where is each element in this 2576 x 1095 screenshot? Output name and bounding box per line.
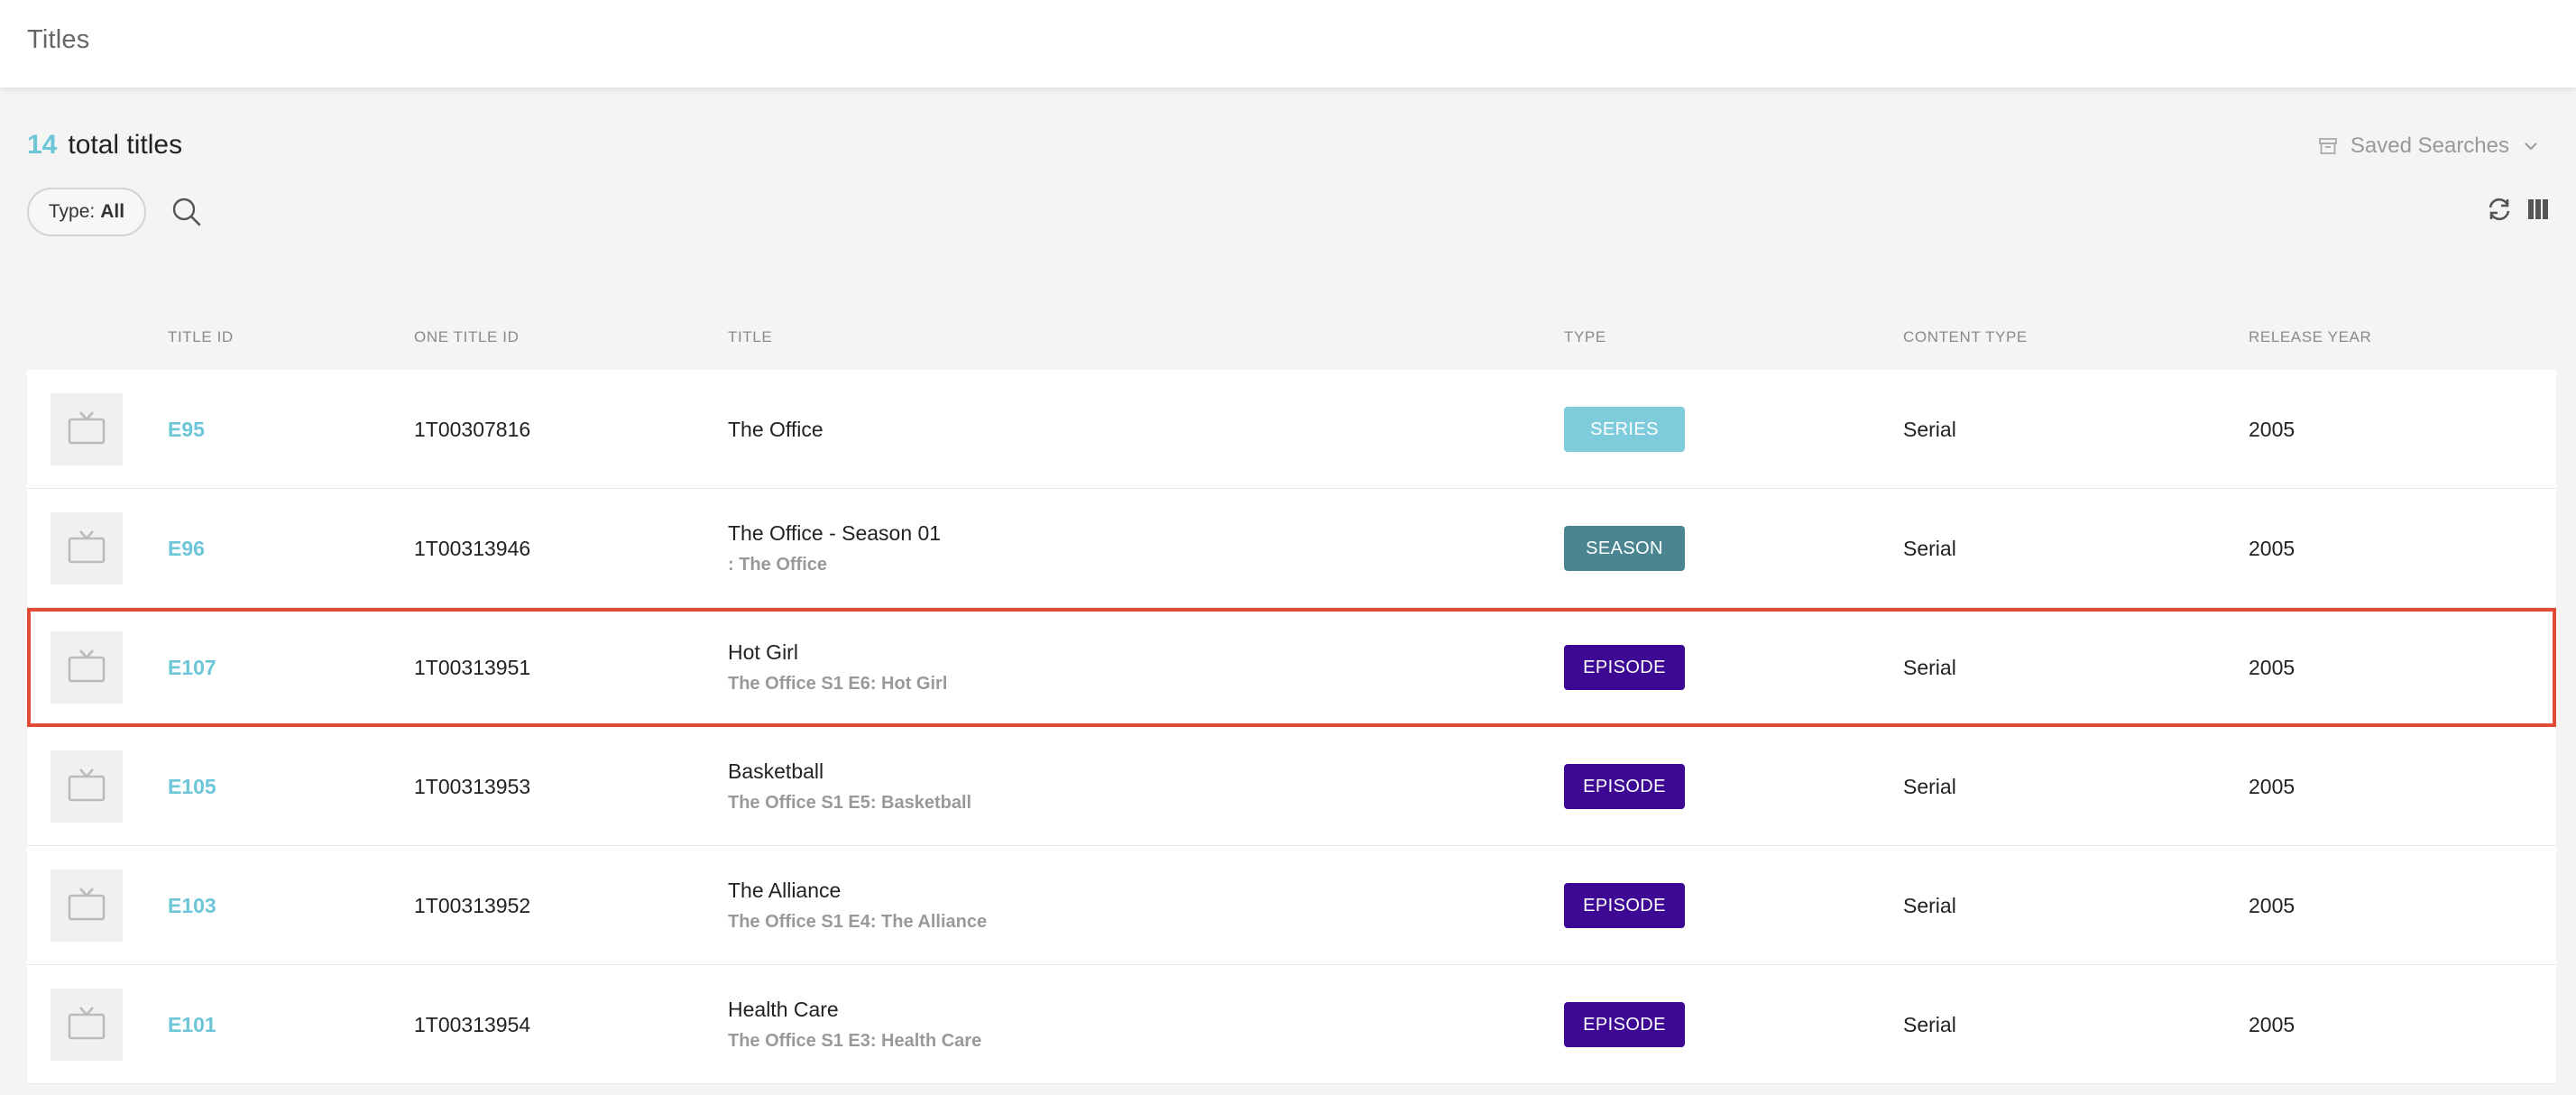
tv-icon [67, 1005, 106, 1045]
release-year: 2005 [2249, 536, 2295, 560]
column-header-one-title-id[interactable]: ONE TITLE ID [414, 328, 519, 346]
content-type: Serial [1903, 893, 1956, 917]
title-subtitle: The Office S1 E3: Health Care [728, 1031, 982, 1051]
table-header: TITLE ID ONE TITLE ID TITLE TYPE CONTENT… [27, 328, 2556, 364]
title-id-link[interactable]: E103 [168, 894, 216, 918]
tv-icon [67, 648, 106, 688]
thumbnail [51, 750, 123, 823]
column-header-title[interactable]: TITLE [728, 328, 772, 346]
type-badge: EPISODE [1564, 1002, 1685, 1047]
release-year: 2005 [2249, 655, 2295, 679]
total-titles-summary: 14 total titles [27, 130, 182, 161]
one-title-id: 1T00307816 [414, 417, 531, 441]
thumbnail [51, 393, 123, 465]
refresh-icon [2486, 198, 2513, 225]
content-type: Serial [1903, 1012, 1956, 1036]
release-year: 2005 [2249, 893, 2295, 917]
total-titles-count: 14 [27, 130, 58, 160]
one-title-id: 1T00313951 [414, 655, 531, 679]
content-type: Serial [1903, 655, 1956, 679]
title-name: The Alliance [728, 879, 842, 902]
table-row[interactable]: E95 1T00307816 The Office SERIES Serial … [27, 370, 2556, 489]
table-row-selected[interactable]: E107 1T00313951 Hot Girl The Office S1 E6… [27, 608, 2556, 727]
thumbnail [51, 512, 123, 584]
column-header-type[interactable]: TYPE [1564, 328, 1606, 346]
chevron-down-icon [2522, 137, 2540, 155]
column-header-content-type[interactable]: CONTENT TYPE [1903, 328, 2028, 346]
tv-icon [67, 529, 106, 569]
one-title-id: 1T00313954 [414, 1012, 531, 1036]
table-row[interactable]: E103 1T00313952 The Alliance The Office S… [27, 846, 2556, 965]
column-header-release-year[interactable]: RELEASE YEAR [2249, 328, 2371, 346]
tv-icon [67, 409, 106, 450]
page-title: Titles [27, 25, 90, 54]
release-year: 2005 [2249, 417, 2295, 441]
type-badge: EPISODE [1564, 645, 1685, 690]
title-id-link[interactable]: E95 [168, 418, 205, 442]
saved-searches-dropdown[interactable]: Saved Searches [2318, 133, 2540, 159]
thumbnail [51, 870, 123, 942]
search-icon [171, 198, 202, 231]
thumbnail [51, 989, 123, 1061]
release-year: 2005 [2249, 774, 2295, 798]
title-subtitle: The Office S1 E6: Hot Girl [728, 674, 948, 694]
content-type: Serial [1903, 536, 1956, 560]
release-year: 2005 [2249, 1012, 2295, 1036]
title-subtitle: : The Office [728, 555, 828, 575]
type-filter-value: All [100, 201, 125, 222]
table-row[interactable]: E96 1T00313946 The Office - Season 01 : T… [27, 489, 2556, 608]
title-name: Health Care [728, 998, 839, 1021]
title-id-link[interactable]: E101 [168, 1013, 216, 1037]
column-header-title-id[interactable]: TITLE ID [168, 328, 234, 346]
total-titles-label: total titles [68, 130, 183, 160]
content-type: Serial [1903, 774, 1956, 798]
type-badge: SEASON [1564, 526, 1685, 571]
tv-icon [67, 767, 106, 807]
refresh-button[interactable] [2486, 197, 2513, 226]
archive-icon [2318, 136, 2338, 156]
search-button[interactable] [171, 197, 202, 232]
title-subtitle: The Office S1 E5: Basketball [728, 793, 972, 813]
top-bar: Titles [0, 0, 2576, 87]
one-title-id: 1T00313952 [414, 893, 531, 917]
one-title-id: 1T00313946 [414, 536, 531, 560]
title-id-link[interactable]: E107 [168, 656, 216, 680]
thumbnail [51, 631, 123, 704]
type-filter-label: Type: [48, 201, 96, 222]
title-name: Hot Girl [728, 640, 798, 664]
one-title-id: 1T00313953 [414, 774, 531, 798]
type-badge: EPISODE [1564, 764, 1685, 809]
content-type: Serial [1903, 417, 1956, 441]
title-name: The Office - Season 01 [728, 521, 942, 545]
type-badge: SERIES [1564, 407, 1685, 452]
table-row[interactable]: E101 1T00313954 Health Care The Office S1… [27, 965, 2556, 1084]
title-name: The Office [728, 417, 823, 441]
tv-icon [67, 886, 106, 926]
title-id-link[interactable]: E105 [168, 775, 216, 799]
title-subtitle: The Office S1 E4: The Alliance [728, 912, 988, 932]
titles-table: E95 1T00307816 The Office SERIES Serial … [27, 370, 2556, 1084]
title-name: Basketball [728, 759, 824, 783]
saved-searches-label: Saved Searches [2350, 133, 2509, 158]
type-filter-pill[interactable]: Type: All [27, 188, 146, 236]
columns-icon [2527, 199, 2549, 224]
type-badge: EPISODE [1564, 883, 1685, 928]
title-id-link[interactable]: E96 [168, 537, 205, 561]
table-row[interactable]: E105 1T00313953 Basketball The Office S1 … [27, 727, 2556, 846]
columns-button[interactable] [2527, 198, 2549, 225]
